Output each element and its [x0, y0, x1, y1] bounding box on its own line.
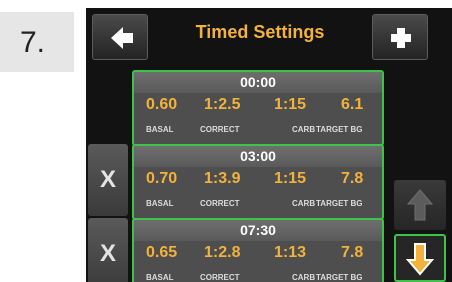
carb-label: CARB — [292, 199, 316, 208]
correct-value: 1:2.5 — [204, 96, 241, 113]
correct-label: CORRECT — [200, 273, 240, 282]
scroll-down-button[interactable] — [394, 234, 446, 282]
arrow-up-icon — [394, 180, 446, 230]
target-bg-value: 7.8 — [341, 170, 364, 187]
target-bg-label: TARGET BG — [316, 273, 363, 282]
target-bg-value: 7.8 — [341, 244, 364, 261]
carb-value: 1:15 — [274, 170, 307, 187]
carb-value: 1:15 — [274, 96, 307, 113]
segment-time: 07:30 — [134, 220, 382, 241]
correct-value: 1:3.9 — [204, 170, 241, 187]
segment-card[interactable]: 00:00 0.60 1:2.5 1:15 6.1 BASAL CORRECT … — [132, 70, 384, 146]
back-button[interactable] — [92, 14, 148, 60]
basal-label: BASAL — [146, 273, 174, 282]
basal-label: BASAL — [146, 125, 174, 134]
add-segment-button[interactable] — [372, 14, 428, 60]
correct-label: CORRECT — [200, 199, 240, 208]
target-bg-label: TARGET BG — [316, 125, 363, 134]
correct-value: 1:2.8 — [204, 244, 241, 261]
page-title: Timed Settings — [195, 22, 325, 42]
basal-value: 0.70 — [146, 170, 178, 187]
delete-segment-button[interactable]: X — [88, 144, 128, 216]
segment-time: 00:00 — [134, 72, 382, 93]
arrow-left-icon — [93, 15, 147, 61]
segment-card[interactable]: 03:00 0.70 1:3.9 1:15 7.8 BASAL CORRECT … — [132, 144, 384, 220]
step-indicator: 7. — [0, 12, 74, 72]
pump-screen: Timed Settings 00:00 0.60 1:2.5 1:15 6.1… — [86, 8, 452, 282]
plus-icon — [373, 15, 427, 61]
target-bg-label: TARGET BG — [316, 199, 363, 208]
arrow-down-icon — [396, 236, 444, 280]
carb-label: CARB — [292, 273, 316, 282]
segment-card[interactable]: 07:30 0.65 1:2.8 1:13 7.8 BASAL CORRECT … — [132, 218, 384, 282]
carb-value: 1:13 — [274, 244, 307, 261]
basal-value: 0.65 — [146, 244, 178, 261]
target-bg-value: 6.1 — [341, 96, 364, 113]
basal-label: BASAL — [146, 199, 174, 208]
basal-value: 0.60 — [146, 96, 178, 113]
scroll-up-button[interactable] — [394, 180, 446, 230]
correct-label: CORRECT — [200, 125, 240, 134]
step-number: 7. — [20, 26, 46, 59]
segment-time: 03:00 — [134, 146, 382, 167]
carb-label: CARB — [292, 125, 316, 134]
delete-segment-button[interactable]: X — [88, 218, 128, 282]
